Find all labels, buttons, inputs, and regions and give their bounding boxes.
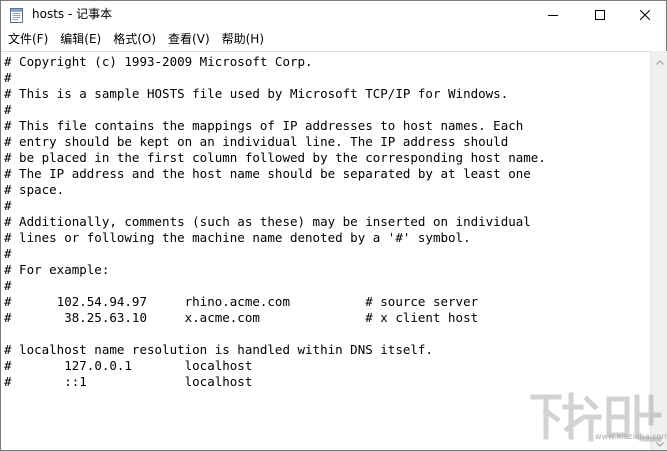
- menu-bar: 文件(F) 编辑(E) 格式(O) 查看(V) 帮助(H): [1, 29, 666, 50]
- maximize-button[interactable]: [577, 1, 623, 29]
- minimize-button[interactable]: [530, 1, 576, 29]
- watermark-url: www.xiazaiba.com: [595, 432, 667, 441]
- maximize-icon: [595, 10, 605, 20]
- close-button[interactable]: [622, 1, 667, 29]
- text-editor[interactable]: # Copyright (c) 1993-2009 Microsoft Corp…: [1, 51, 650, 450]
- notepad-icon[interactable]: [10, 7, 24, 23]
- notepad-window: hosts - 记事本 文件(F) 编辑(E) 格式(O) 查看(V) 帮助(H…: [0, 0, 667, 451]
- scroll-track[interactable]: [651, 68, 667, 433]
- menu-help[interactable]: 帮助(H): [216, 30, 270, 49]
- window-title: hosts - 记事本: [32, 7, 113, 21]
- minimize-icon: [548, 10, 558, 20]
- scroll-up-button[interactable]: [651, 51, 667, 68]
- menu-view[interactable]: 查看(V): [162, 30, 216, 49]
- menu-edit[interactable]: 编辑(E): [54, 30, 107, 49]
- title-bar[interactable]: hosts - 记事本: [1, 1, 666, 29]
- chevron-up-icon: [655, 50, 664, 69]
- menu-format[interactable]: 格式(O): [107, 30, 162, 49]
- menu-file[interactable]: 文件(F): [1, 30, 54, 49]
- vertical-scrollbar[interactable]: [650, 51, 667, 450]
- editor-content[interactable]: # Copyright (c) 1993-2009 Microsoft Corp…: [4, 54, 546, 390]
- close-icon: [640, 10, 650, 20]
